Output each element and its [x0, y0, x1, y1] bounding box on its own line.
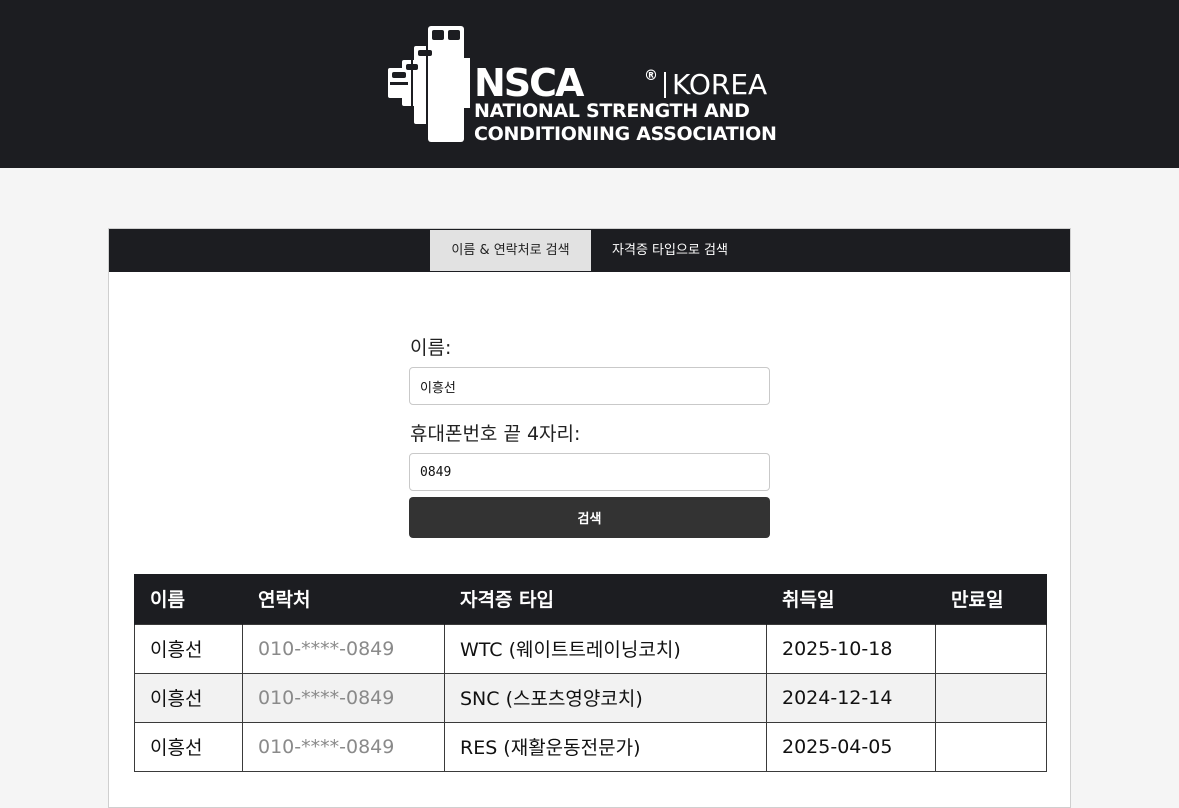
cell-cert-type: SNC (스포츠영양코치): [444, 672, 767, 723]
cell-contact: 010-****-0849: [242, 672, 445, 723]
tab-name-contact-search[interactable]: 이름 & 연락처로 검색: [430, 230, 591, 271]
search-panel: 이름 & 연락처로 검색 자격증 타입으로 검색 이름: 휴대폰번호 끝 4자리…: [108, 228, 1071, 808]
phone-last4-input[interactable]: [409, 453, 770, 491]
table-row: 이흥선 010-****-0849 RES (재활운동전문가) 2025-04-…: [134, 721, 1047, 772]
cell-name: 이흥선: [134, 623, 243, 674]
cell-contact: 010-****-0849: [242, 623, 445, 674]
column-header-cert-type: 자격증 타입: [444, 574, 767, 624]
logo-divider: [664, 72, 666, 98]
column-header-contact: 연락처: [242, 574, 445, 624]
tab-certificate-type-search[interactable]: 자격증 타입으로 검색: [599, 230, 741, 271]
site-header: NSCA ® KOREA NATIONAL STRENGTH AND CONDI…: [0, 0, 1179, 168]
dumbbell-plates-logo-icon: [388, 26, 470, 142]
table-row: 이흥선 010-****-0849 WTC (웨이트트레이닝코치) 2025-1…: [134, 623, 1047, 674]
cell-contact: 010-****-0849: [242, 721, 445, 772]
table-header-row: 이름 연락처 자격증 타입 취득일 만료일: [134, 574, 1047, 624]
cell-cert-type: RES (재활운동전문가): [444, 721, 767, 772]
cell-name: 이흥선: [134, 672, 243, 723]
name-input[interactable]: [409, 367, 770, 405]
column-header-name: 이름: [134, 574, 243, 624]
cell-expiry-date: [935, 721, 1047, 772]
logo-tagline-line2: CONDITIONING ASSOCIATION: [474, 123, 777, 145]
cell-issue-date: 2024-12-14: [766, 672, 936, 723]
cell-cert-type: WTC (웨이트트레이닝코치): [444, 623, 767, 674]
column-header-expiry-date: 만료일: [935, 574, 1047, 624]
logo-tagline-line1: NATIONAL STRENGTH AND: [474, 100, 750, 122]
cell-expiry-date: [935, 623, 1047, 674]
logo-region-text: KOREA: [672, 68, 768, 101]
column-header-issue-date: 취득일: [766, 574, 936, 624]
name-label: 이름:: [410, 337, 452, 359]
cell-name: 이흥선: [134, 721, 243, 772]
cell-expiry-date: [935, 672, 1047, 723]
cell-issue-date: 2025-10-18: [766, 623, 936, 674]
logo-brand-text: NSCA: [474, 61, 584, 105]
results-table: 이름 연락처 자격증 타입 취득일 만료일 이흥선 010-****-0849 …: [134, 574, 1047, 772]
search-button[interactable]: 검색: [409, 497, 770, 538]
search-tab-bar: 이름 & 연락처로 검색 자격증 타입으로 검색: [109, 229, 1070, 272]
cell-issue-date: 2025-04-05: [766, 721, 936, 772]
phone-last4-label: 휴대폰번호 끝 4자리:: [410, 423, 581, 445]
registered-mark: ®: [644, 68, 658, 84]
nsca-korea-logo[interactable]: NSCA ® KOREA NATIONAL STRENGTH AND CONDI…: [388, 26, 798, 145]
table-row: 이흥선 010-****-0849 SNC (스포츠영양코치) 2024-12-…: [134, 672, 1047, 723]
